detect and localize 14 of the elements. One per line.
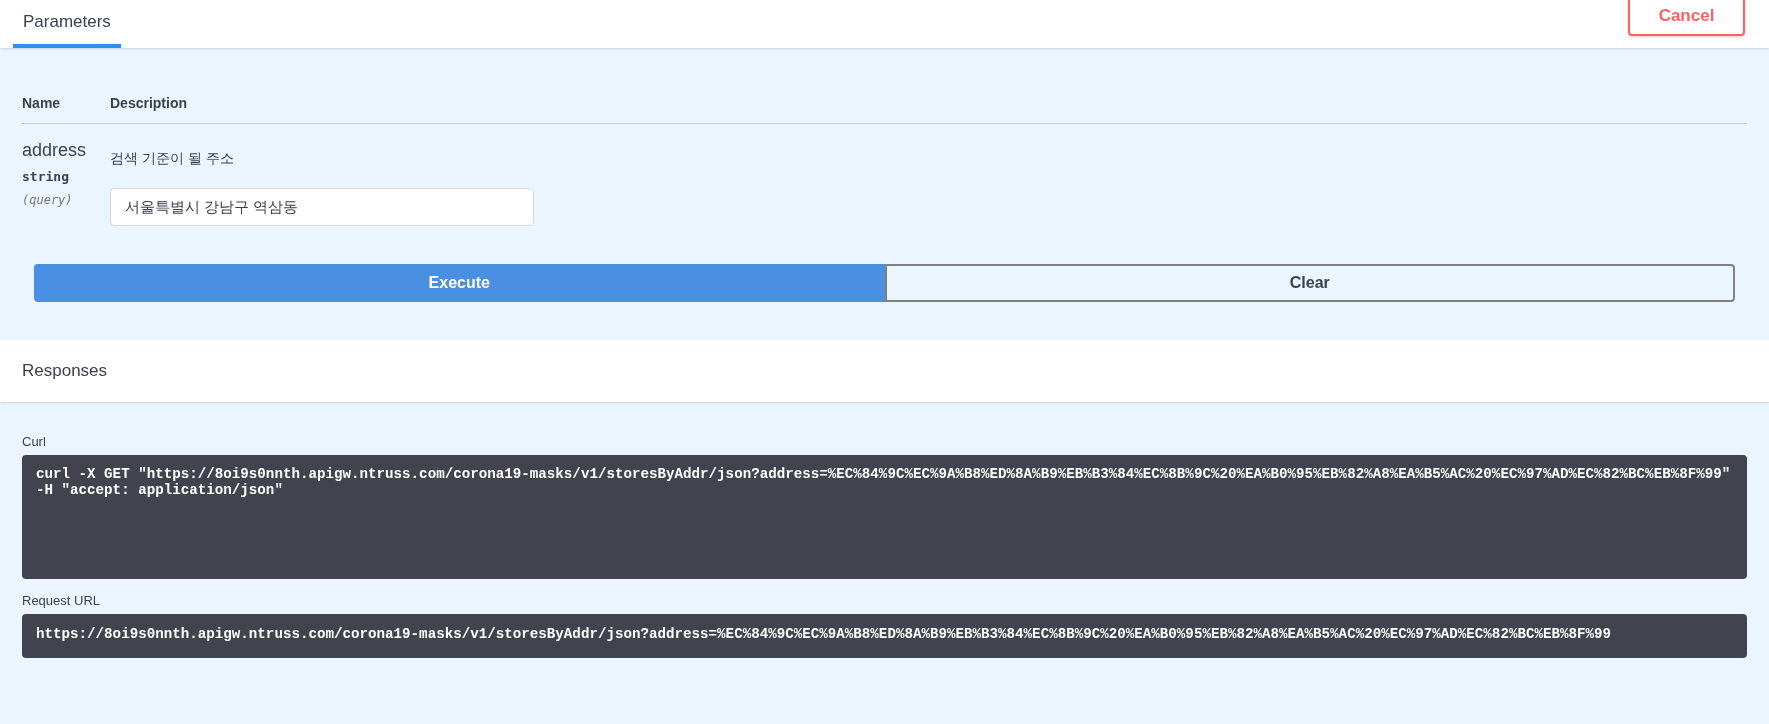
parameter-description: 검색 기준이 될 주소 xyxy=(110,150,235,168)
address-input-field[interactable]: 서울특별시 강남구 역삼동 xyxy=(110,188,534,226)
parameter-location: (query) xyxy=(22,193,74,207)
column-header: Description xyxy=(110,94,187,111)
column-header: Name xyxy=(22,94,62,111)
request-url-label: Request URL xyxy=(22,593,101,608)
responses-title: Responses xyxy=(22,361,108,381)
parameters-tab[interactable]: Parameters xyxy=(13,0,121,48)
clear-button[interactable]: Clear xyxy=(884,264,1735,302)
curl-label: Curl xyxy=(22,434,46,449)
parameter-name: address xyxy=(22,140,88,161)
parameter-type: string xyxy=(22,169,70,184)
request-url-code-block: https://8oi9s0nnth.apigw.ntruss.com/corona19-masks/v1/storesByAddr/json?address=%EC%84%9C%EC%9A%B8%ED%8A%B9%EB%B3%84%EC%8B%9C%20%EA%B0%95%EB%82%A8%EA%B5%AC%20%EC%97%AD%EC%82%BC%EB%8F%99 xyxy=(22,614,1747,658)
curl-code-block: curl -X GET "https://8oi9s0nnth.apigw.ntruss.com/corona19-masks/v1/storesByAddr/json?address=%EC%84%9C%EC%9A%B8%ED%8A%B9%EB%B3%84%EC%8B%9C%20%EA%B0%95%EB%82%A8%EA%B5%AC%20%EC%97%AD%EC%82%BC%EB%8F%99" -H "accept: application/json" xyxy=(22,455,1747,579)
